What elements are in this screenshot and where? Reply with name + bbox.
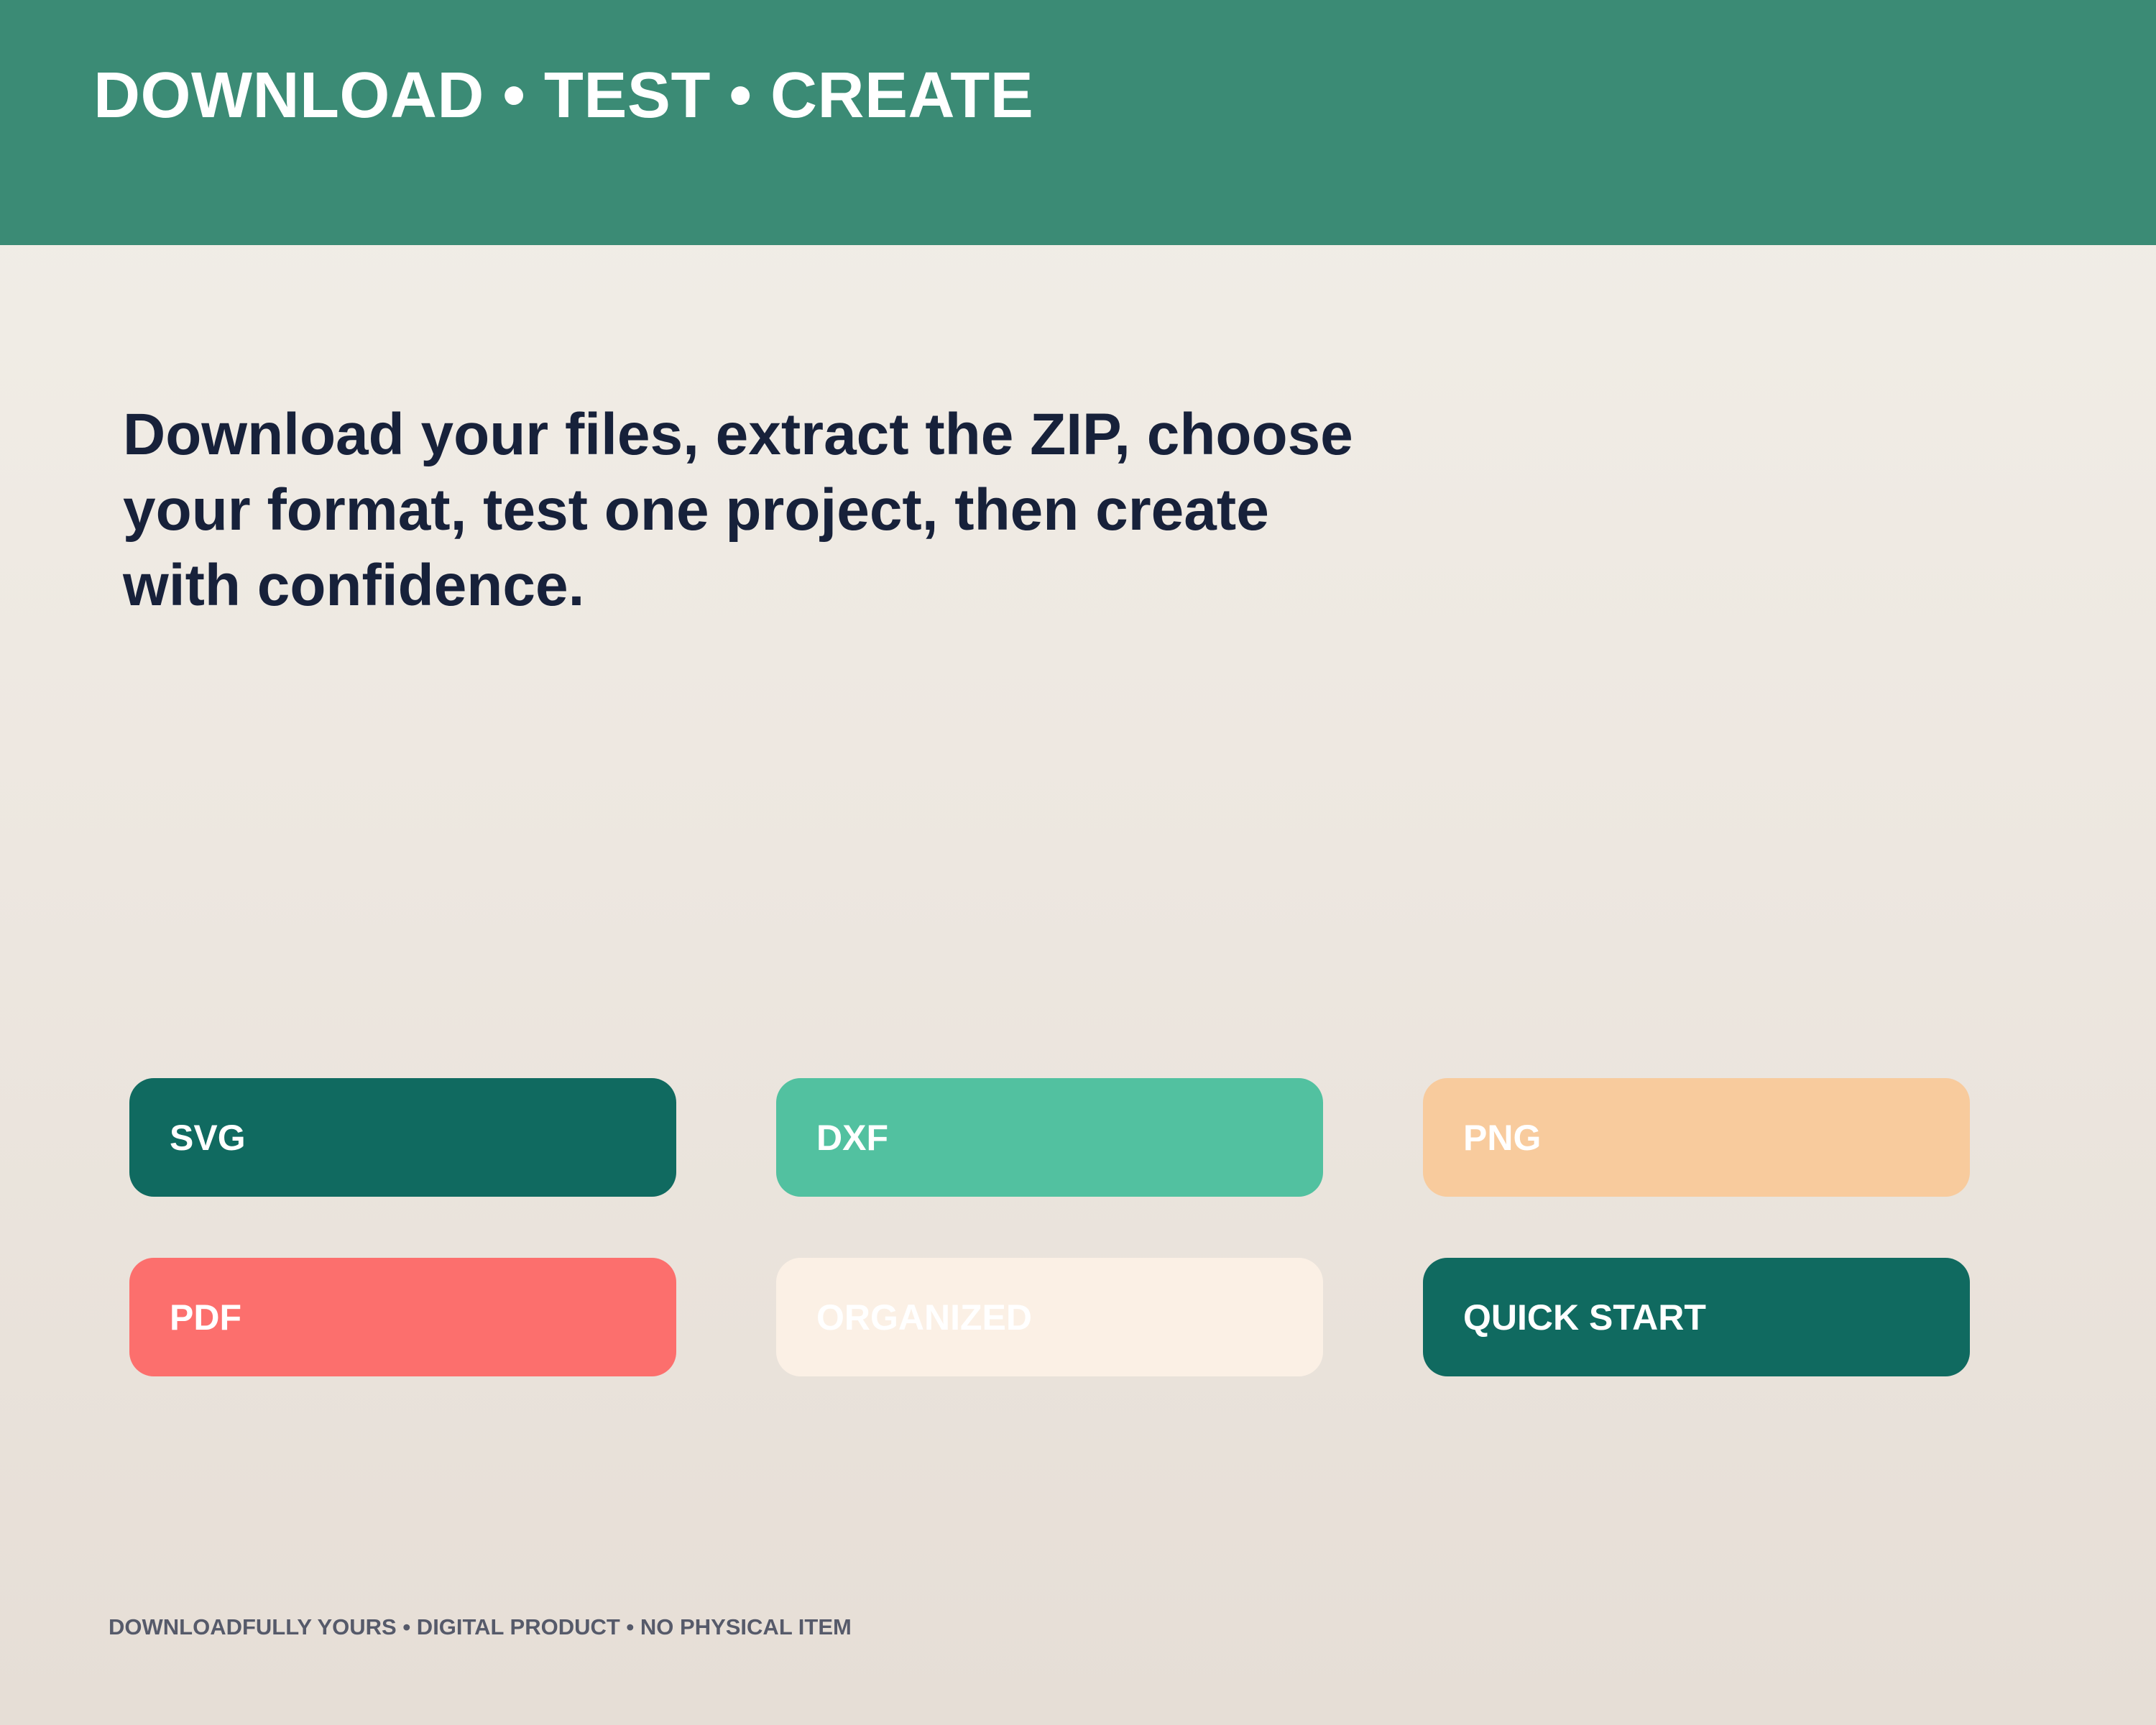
- footer-note: DOWNLOADFULLY YOURS • DIGITAL PRODUCT • …: [109, 1614, 852, 1639]
- tile-label: PDF: [170, 1297, 241, 1338]
- png-tile[interactable]: PNG: [1423, 1078, 1970, 1197]
- tile-label: QUICK START: [1463, 1297, 1706, 1338]
- tile-label: ORGANIZED: [816, 1297, 1032, 1338]
- svg-tile[interactable]: SVG: [129, 1078, 676, 1197]
- format-tiles: SVG DXF PNG PDF ORGANIZED QUICK START: [129, 1078, 1970, 1376]
- pdf-tile[interactable]: PDF: [129, 1258, 676, 1376]
- organized-tile[interactable]: ORGANIZED: [776, 1258, 1323, 1376]
- dxf-tile[interactable]: DXF: [776, 1078, 1323, 1197]
- tile-label: DXF: [816, 1117, 888, 1158]
- quick-start-tile[interactable]: QUICK START: [1423, 1258, 1970, 1376]
- tile-label: PNG: [1463, 1117, 1542, 1158]
- header-banner: DOWNLOAD • TEST • CREATE: [0, 0, 2156, 245]
- header-title: DOWNLOAD • TEST • CREATE: [93, 60, 1034, 132]
- tile-label: SVG: [170, 1117, 246, 1158]
- instructions-headline: Download your files, extract the ZIP, ch…: [123, 402, 1353, 618]
